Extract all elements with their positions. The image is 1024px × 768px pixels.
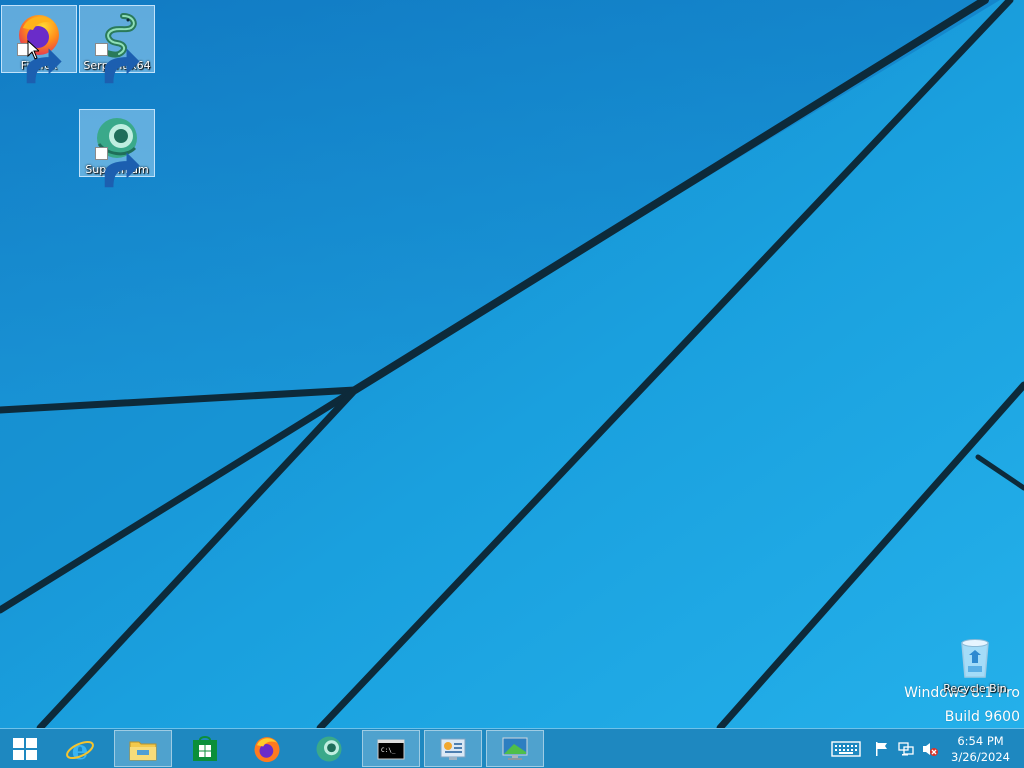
- taskbar-remote-desktop[interactable]: [486, 730, 544, 767]
- desktop-icon-firefox[interactable]: Firefox: [1, 5, 77, 84]
- windows-logo-icon: [13, 737, 37, 760]
- recycle-bin-icon: [951, 633, 999, 681]
- control-panel-icon: [440, 738, 466, 760]
- clock-date: 3/26/2024: [951, 750, 1010, 764]
- shortcut-arrow-icon: [95, 43, 140, 84]
- supermium-icon: [316, 736, 342, 761]
- windows-watermark-build: Build 9600: [944, 709, 1020, 725]
- desktop-icon-label: Recycle Bin: [943, 682, 1007, 695]
- taskbar-control-panel[interactable]: [424, 730, 482, 767]
- svg-text:e: e: [72, 736, 89, 764]
- ie-icon: e: [66, 736, 94, 764]
- flag-icon[interactable]: [875, 739, 889, 759]
- taskbar: e C:\_ 6:54 PM 3/26/2024: [0, 728, 1024, 768]
- taskbar-firefox[interactable]: [238, 730, 296, 767]
- taskbar-supermium[interactable]: [300, 730, 358, 767]
- keyboard-icon[interactable]: [831, 739, 861, 759]
- clock-time: 6:54 PM: [957, 734, 1004, 748]
- firefox-icon: [254, 736, 280, 762]
- folder-icon: [129, 741, 157, 760]
- desktop[interactable]: Firefox Serpent x64: [0, 0, 1024, 728]
- firefox-icon: [15, 10, 63, 84]
- desktop-icon-serpent[interactable]: Serpent x64: [79, 5, 155, 84]
- taskbar-file-explorer[interactable]: [114, 730, 172, 767]
- taskbar-command-prompt[interactable]: C:\_: [362, 730, 420, 767]
- start-button[interactable]: [0, 730, 54, 767]
- mouse-cursor-icon: [27, 40, 39, 60]
- clock[interactable]: 6:54 PM 3/26/2024: [951, 733, 1010, 765]
- volume-muted-icon[interactable]: [921, 739, 939, 759]
- taskbar-internet-explorer[interactable]: e: [51, 730, 109, 767]
- desktop-icon-recycle-bin[interactable]: Recycle Bin: [937, 629, 1013, 699]
- desktop-icon-supermium[interactable]: Supermium: [79, 109, 155, 188]
- svg-text:C:\_: C:\_: [381, 747, 396, 754]
- shortcut-arrow-icon: [95, 147, 140, 188]
- serpent-icon: [93, 10, 141, 84]
- monitor-icon: [502, 737, 528, 760]
- network-icon[interactable]: [898, 739, 914, 759]
- store-icon: [193, 735, 217, 761]
- cmd-icon: C:\_: [377, 739, 405, 759]
- taskbar-store[interactable]: [176, 730, 234, 767]
- supermium-icon: [93, 114, 141, 188]
